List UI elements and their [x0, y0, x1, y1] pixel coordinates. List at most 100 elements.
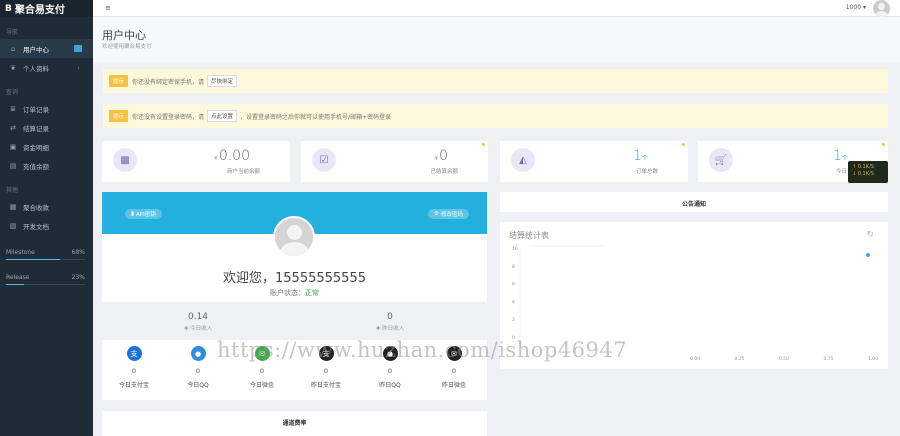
alert-set-password: 提示 你还没有设置登录密码，请 点此设置 ，设置登录密码之后你就可以使用手机号/… — [103, 104, 888, 128]
payment-stat: 支 0 今日支付宝 — [109, 346, 159, 389]
gear-icon: ⚙ — [434, 211, 439, 217]
payment-name: 今日QQ — [187, 382, 209, 389]
progress-track — [6, 284, 85, 285]
alert-tag: 提示 — [109, 110, 129, 122]
alert-text-2: ，设置登录密码之后你就可以使用手机号/邮箱+密码登录 — [240, 113, 392, 121]
alert-bind-phone: 提示 你还没有绑定密保手机，请 尽快绑定 — [103, 69, 888, 93]
sidebar-item-label: 开发文档 — [23, 222, 49, 231]
stat-label: 商户当前余额 — [226, 169, 260, 175]
x-tick-label: 0.50 — [779, 356, 789, 362]
profile-avatar — [273, 216, 315, 258]
stat-value: 1个 — [833, 148, 848, 164]
watermark: https://www.huzhan.com/ishop46947 — [217, 338, 628, 362]
stat-label: 订单总数 — [635, 169, 658, 175]
leaf-icon: ❦ — [10, 63, 16, 72]
sidebar-section-title: 导航 — [6, 29, 19, 36]
progress-release: Release 23% — [0, 270, 93, 295]
x-tick-label: 0.25 — [735, 356, 745, 362]
sidebar: B 聚合易支付 导航 ⌂ 用户中心 ❦ 个人资料 ‹ 查询 ≣ 订单记录 ⇄ 结算记录 ▣ 资金明细 ▤ 充… — [0, 0, 93, 436]
active-badge — [74, 45, 82, 52]
page-title: 用户中心 — [102, 29, 146, 42]
change-password-button[interactable]: ⚙ 修改密码 — [428, 209, 469, 219]
sidebar-item-label: 聚合收款 — [23, 203, 49, 212]
sidebar-item[interactable]: ▦ 聚合收款 — [0, 197, 93, 216]
payment-name: 昨日微信 — [441, 382, 466, 389]
cart-icon: 🛒 — [709, 148, 733, 172]
refresh-icon[interactable]: ↻ — [866, 230, 874, 240]
chart-legend — [866, 253, 872, 257]
y-tick-label: 4 — [512, 299, 515, 305]
menu-toggle-icon[interactable]: ≡ — [105, 4, 111, 12]
chevron-left-icon: ‹ — [77, 63, 80, 72]
stat-value: 1个 — [633, 148, 648, 164]
sidebar-item[interactable]: ▤ 充值余额 — [0, 156, 93, 175]
y-tick-label: 6 — [512, 282, 515, 288]
area-chart-icon: ◭ — [511, 148, 535, 172]
stat-card-orders: ◭ 1个 订单总数 — [500, 141, 688, 182]
alert-text: 你还没有设置登录密码，请 — [132, 113, 205, 121]
y-tick-label: 10 — [512, 246, 518, 252]
payment-name: 昨日支付宝 — [310, 382, 341, 389]
payment-count: 0 — [451, 367, 457, 375]
progress-fill — [6, 259, 60, 260]
chart-title: 结算统计表 — [509, 231, 549, 240]
user-dropdown[interactable]: 1000 ▾ — [846, 4, 866, 11]
stat-card-settled: ☑ ¥0 已结算余额 — [301, 141, 488, 182]
sidebar-item[interactable]: ▣ 资金明细 — [0, 137, 93, 156]
progress-track — [6, 259, 85, 260]
money-icon: ▩ — [113, 148, 137, 172]
sidebar-item[interactable]: ▧ 开发文档 — [0, 216, 93, 235]
api-key-button[interactable]: ▮ API密钥 — [125, 209, 162, 219]
set-password-button[interactable]: 点此设置 — [207, 110, 238, 122]
brand-name: 聚合易支付 — [14, 5, 65, 16]
x-tick-label: 0.75 — [824, 356, 834, 362]
page-subtitle: 欢迎使用聚合易支付 — [102, 44, 152, 50]
doc-icon: ▧ — [9, 221, 17, 230]
income-strip: 0.14 ✚ 今日收入 0 ✚ 昨日收入 — [102, 302, 487, 340]
key-icon: ▮ — [131, 211, 135, 217]
grid-icon: ▦ — [9, 202, 17, 211]
network-speed-widget: ↑ 0.1K/S ↓ 0.1K/S — [848, 161, 888, 183]
qq-icon: ● — [190, 346, 206, 361]
progress-milestone: Milestone 68% — [0, 245, 93, 270]
sidebar-item[interactable]: ❦ 个人资料 ‹ — [0, 58, 93, 77]
list-icon: ≣ — [10, 104, 16, 113]
avatar[interactable] — [873, 0, 890, 17]
bind-phone-button[interactable]: 尽快绑定 — [207, 75, 238, 87]
brand-logo[interactable]: B 聚合易支付 — [0, 0, 93, 17]
stat-label: 已结算余额 — [430, 169, 458, 175]
payment-count: 0 — [195, 367, 201, 375]
sidebar-item[interactable]: ≣ 订单记录 — [0, 99, 93, 118]
page-header: 用户中心 欢迎使用聚合易支付 — [93, 17, 900, 62]
payment-count: 0 — [323, 367, 329, 375]
payment-name: 今日支付宝 — [118, 382, 149, 389]
legend-dot — [866, 253, 870, 257]
y-tick-label: 2 — [512, 317, 515, 323]
clipboard-icon: ▤ — [9, 161, 17, 170]
lock-icon: ▣ — [9, 142, 17, 151]
x-tick-label: 1.00 — [868, 356, 878, 362]
stat-card-balance: ▩ ¥0.00 商户当前余额 — [102, 141, 290, 182]
sidebar-section-title: 其他 — [6, 187, 19, 194]
check-icon: ☑ — [312, 148, 336, 172]
stat-value: ¥0 — [434, 148, 448, 164]
payment-count: 0 — [131, 367, 137, 375]
welcome-text: 欢迎您，15555555555 — [223, 271, 366, 286]
sidebar-section-title: 查询 — [6, 89, 19, 96]
sidebar-item-label: 充值余额 — [23, 162, 49, 171]
stat-value: ¥0.00 — [214, 148, 250, 164]
sidebar-item[interactable]: ⌂ 用户中心 — [0, 39, 93, 58]
channel-rate-header: 通道费率 — [102, 411, 487, 436]
sidebar-item-label: 个人资料 — [23, 64, 49, 73]
status-badge: 正常 — [305, 289, 319, 297]
alipay-icon: 支 — [126, 346, 142, 361]
yesterday-income: 0 ✚ 昨日收入 — [375, 312, 405, 332]
stat-dot — [682, 143, 685, 146]
sidebar-item-label: 资金明细 — [23, 143, 49, 152]
sidebar-item-label: 结算记录 — [23, 124, 49, 133]
progress-label: Release — [6, 274, 30, 281]
progress-label: Milestone — [6, 249, 35, 256]
stat-dot — [482, 143, 485, 146]
home-icon: ⌂ — [10, 44, 16, 53]
sidebar-item[interactable]: ⇄ 结算记录 — [0, 118, 93, 137]
